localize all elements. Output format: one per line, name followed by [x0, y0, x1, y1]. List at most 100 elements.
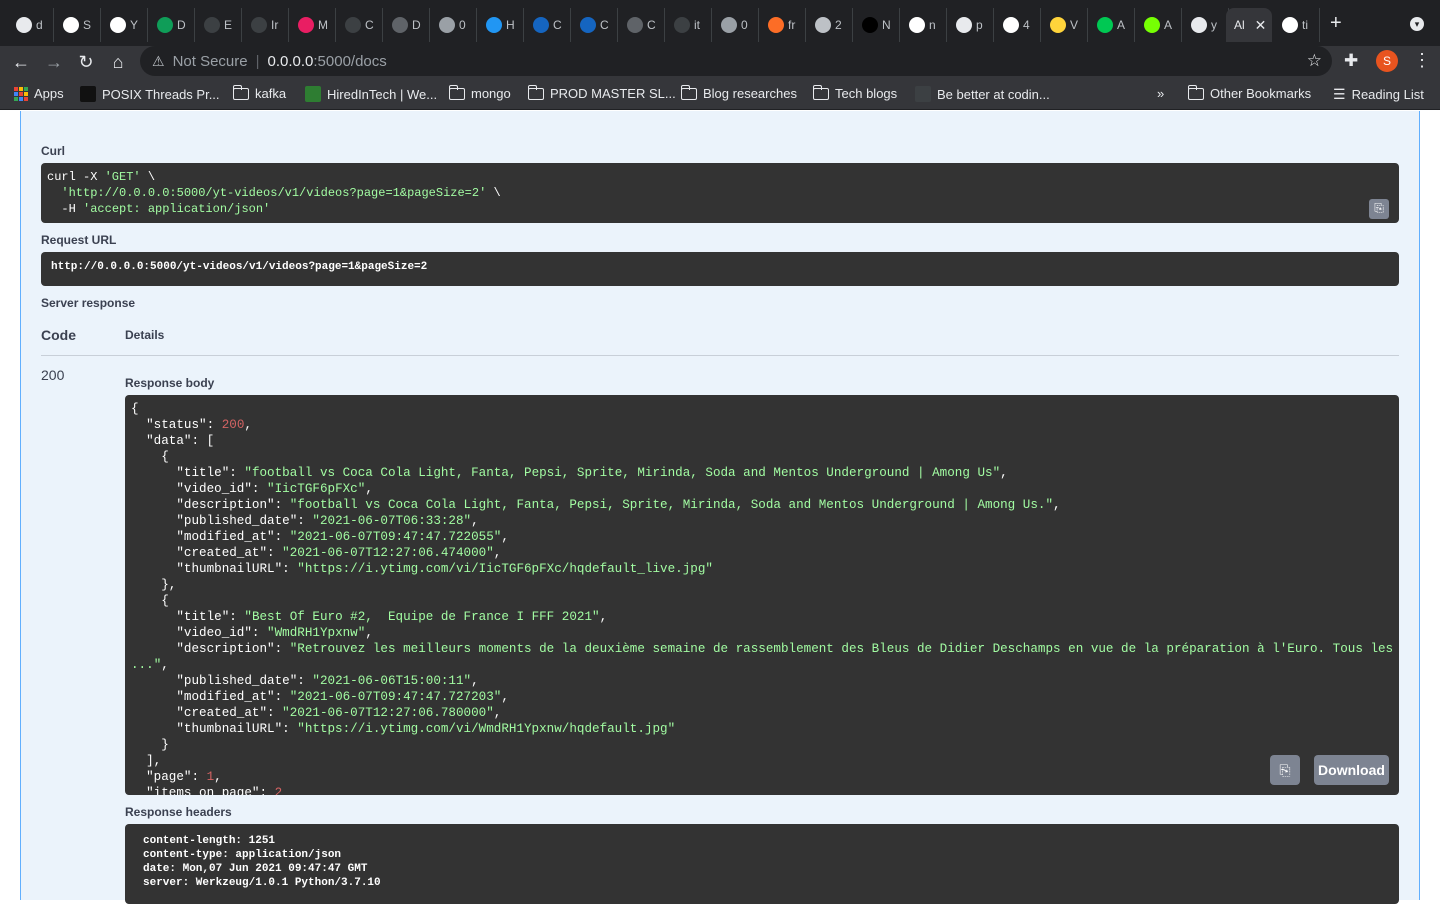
bookmark-label: HiredInTech | We...: [327, 86, 438, 102]
browser-tab[interactable]: d: [8, 8, 54, 42]
response-body-block[interactable]: { "status": 200, "data": [ { "title": "f…: [125, 395, 1399, 795]
browser-tab[interactable]: Ir: [243, 8, 289, 42]
browser-tab[interactable]: C: [525, 8, 571, 42]
bookmark-item[interactable]: POSIX Threads Pr...: [80, 86, 220, 102]
bookmark-item[interactable]: Tech blogs: [812, 84, 898, 101]
browser-tab[interactable]: C: [572, 8, 618, 42]
other-bookmarks-label: Other Bookmarks: [1210, 86, 1312, 101]
browser-tab[interactable]: E: [196, 8, 242, 42]
tab-title: d: [36, 18, 43, 32]
browser-tab[interactable]: D: [149, 8, 195, 42]
bookmark-item[interactable]: Blog researches: [680, 84, 797, 101]
browser-tab[interactable]: A: [1089, 8, 1135, 42]
tab-favicon-icon: [486, 17, 502, 33]
tab-favicon-icon: [298, 17, 314, 33]
bookmarks-bar: » Other Bookmarks ☰ Reading List Apps POS…: [0, 78, 1440, 110]
tab-favicon-icon: [110, 17, 126, 33]
tab-title: N: [882, 18, 891, 32]
tab-strip: d S Y D E Ir M C D 0 H C C Cit 0 fr 2 Nn p 4 V A Ay Al ✕ ti + ▾: [0, 0, 1440, 46]
curl-code-block[interactable]: curl -X 'GET' \ 'http://0.0.0.0:5000/yt-…: [41, 163, 1399, 223]
address-host: 0.0.0.0: [267, 52, 314, 70]
bookmark-label: Tech blogs: [835, 86, 898, 101]
curl-label: Curl: [41, 144, 65, 158]
browser-tab[interactable]: Y: [102, 8, 148, 42]
bookmark-item[interactable]: mongo: [448, 84, 511, 101]
bookmark-star-icon[interactable]: ☆: [1307, 51, 1322, 71]
address-separator: |: [255, 52, 260, 70]
address-bar[interactable]: ⚠ Not Secure | 0.0.0.0 :5000/docs ☆: [140, 46, 1332, 76]
bookmark-item[interactable]: Be better at codin...: [915, 86, 1050, 102]
tab-favicon-icon: [909, 17, 925, 33]
response-headers-block[interactable]: content-length: 1251 content-type: appli…: [125, 824, 1399, 904]
tab-search-icon[interactable]: ▾: [1410, 17, 1424, 31]
browser-tab[interactable]: M: [290, 8, 336, 42]
tab-title: D: [412, 18, 421, 32]
tab-title: A: [1117, 18, 1126, 32]
tab-title: V: [1070, 18, 1079, 32]
browser-tab[interactable]: p: [948, 8, 994, 42]
tab-favicon-icon: [1097, 17, 1113, 33]
tab-title: M: [318, 18, 328, 32]
folder-icon: [448, 84, 465, 100]
bookmark-label: Apps: [34, 86, 64, 101]
browser-tab[interactable]: ti: [1274, 8, 1320, 42]
browser-tab[interactable]: 0: [431, 8, 477, 42]
browser-tab[interactable]: A: [1136, 8, 1182, 42]
warning-icon: ⚠: [152, 52, 165, 69]
bookmarks-overflow-button[interactable]: »: [1157, 86, 1164, 101]
reload-button[interactable]: ↻: [75, 51, 97, 73]
new-tab-button[interactable]: +: [1330, 12, 1342, 35]
browser-tab[interactable]: it: [666, 8, 712, 42]
tab-title: Y: [130, 18, 139, 32]
bookmark-item[interactable]: HiredInTech | We...: [305, 86, 437, 102]
tab-title: C: [647, 18, 656, 32]
browser-tab[interactable]: S: [55, 8, 101, 42]
browser-tab[interactable]: C: [619, 8, 665, 42]
other-bookmarks[interactable]: Other Bookmarks: [1187, 84, 1312, 101]
copy-curl-icon[interactable]: ⎘: [1369, 199, 1389, 219]
bookmark-item[interactable]: PROD MASTER SL...: [527, 84, 676, 101]
bookmark-label: mongo: [471, 86, 511, 101]
browser-tab[interactable]: 0: [713, 8, 759, 42]
reading-list-label: Reading List: [1351, 87, 1424, 102]
browser-tab[interactable]: 2: [807, 8, 853, 42]
copy-response-icon[interactable]: ⎘: [1270, 755, 1300, 785]
tab-favicon-icon: [533, 17, 549, 33]
bookmark-item[interactable]: Apps: [14, 86, 64, 101]
browser-tab[interactable]: V: [1042, 8, 1088, 42]
browser-tab[interactable]: y: [1183, 8, 1229, 42]
browser-tab[interactable]: n: [901, 8, 947, 42]
browser-menu-icon[interactable]: ⋮: [1413, 50, 1431, 71]
browser-tab[interactable]: N: [854, 8, 900, 42]
extensions-puzzle-icon[interactable]: ✚: [1344, 51, 1358, 71]
bookmark-label: PROD MASTER SL...: [550, 86, 676, 101]
download-button[interactable]: Download: [1314, 755, 1389, 785]
tab-close-icon[interactable]: ✕: [1255, 17, 1267, 34]
browser-tab[interactable]: fr: [760, 8, 806, 42]
browser-tab[interactable]: D: [384, 8, 430, 42]
home-button[interactable]: ⌂: [107, 51, 129, 73]
request-url-block[interactable]: http://0.0.0.0:5000/yt-videos/v1/videos?…: [41, 252, 1399, 286]
tab-title: 4: [1023, 18, 1030, 32]
tab-favicon-icon: [815, 17, 831, 33]
bookmark-item[interactable]: kafka: [232, 84, 286, 101]
back-button[interactable]: ←: [10, 51, 32, 73]
hiredintech-icon: [305, 86, 321, 102]
tab-title: fr: [788, 18, 796, 32]
tab-title: H: [506, 18, 515, 32]
forward-button[interactable]: →: [43, 51, 65, 73]
tab-title: it: [694, 18, 700, 32]
browser-tab[interactable]: C: [337, 8, 383, 42]
tab-title: ti: [1302, 18, 1308, 32]
browser-tab[interactable]: 4: [995, 8, 1041, 42]
tab-favicon-icon: [1003, 17, 1019, 33]
folder-icon: [232, 84, 249, 100]
reading-list[interactable]: ☰ Reading List: [1333, 86, 1424, 103]
tab-favicon-icon: [204, 17, 220, 33]
browser-tab[interactable]: Al ✕: [1226, 8, 1272, 42]
browser-tab[interactable]: H: [478, 8, 524, 42]
folder-icon: [527, 84, 544, 100]
tab-title: C: [553, 18, 562, 32]
tab-title: y: [1211, 18, 1217, 32]
profile-avatar[interactable]: S: [1376, 50, 1398, 72]
